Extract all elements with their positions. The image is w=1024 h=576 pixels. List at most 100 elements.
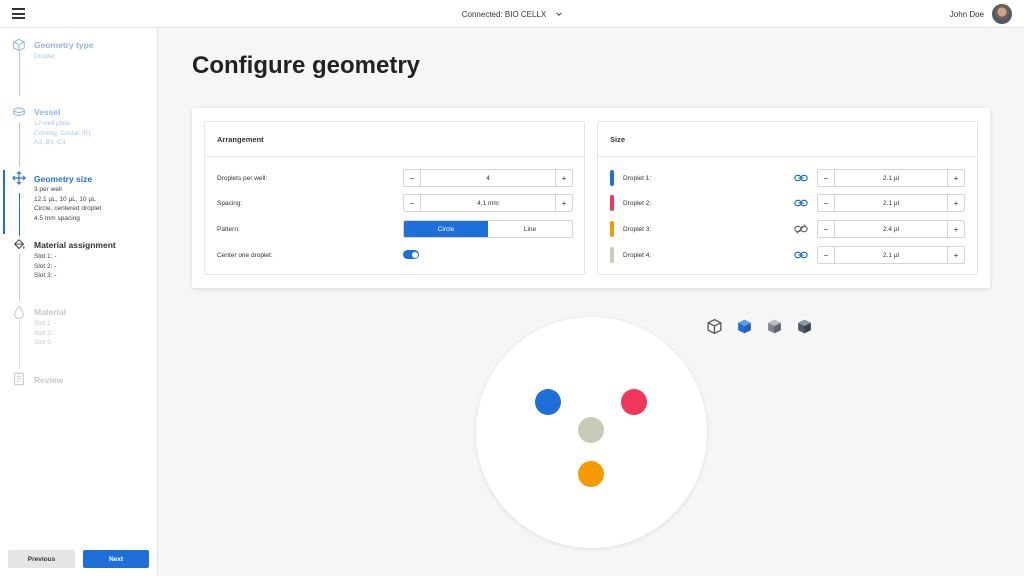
droplet-4-marker[interactable] [578,417,604,443]
droplets-per-well-value[interactable]: 4 [421,170,555,186]
step-detail: Circle, centered droplet [34,205,102,212]
arrangement-header: Arrangement [205,122,584,157]
increment-button[interactable]: + [947,221,964,237]
step-title: Vessel [34,107,61,117]
link-icon[interactable] [794,249,808,261]
droplet-2-marker[interactable] [621,389,647,415]
droplet-size-stepper: − 2.4 µl + [817,220,965,238]
settings-panel: Arrangement Droplets per well: − 4 + Spa… [192,108,990,288]
step-detail: 12.1 µL, 10 µL, 10 µL [34,195,96,203]
cube-dark-icon[interactable] [796,318,813,335]
pattern-label: Pattern: [217,225,240,233]
pattern-row: Pattern: Circle Line [205,220,584,238]
decrement-button[interactable]: − [818,170,835,186]
step-detail: Slot 1: - [34,320,57,327]
droplet-color-swatch [610,170,614,186]
step-detail: Corning, Costar (R) [34,129,91,137]
step-detail: Slot 2: - [34,262,57,270]
next-button[interactable]: Next [83,550,149,568]
droplet-row: Droplet 2: − 2.1 µl + [598,194,977,212]
decrement-button[interactable]: − [818,195,835,211]
cube-outline-icon[interactable] [706,318,723,335]
increment-button[interactable]: + [555,170,572,186]
decrement-button[interactable]: − [404,195,421,211]
size-header: Size [598,122,977,157]
center-droplet-row: Center one droplet: [205,246,584,264]
well-preview [476,317,707,548]
increment-button[interactable]: + [947,247,964,263]
droplet-label: Droplet 3: [623,225,652,233]
arrangement-card: Arrangement Droplets per well: − 4 + Spa… [204,121,585,275]
step-title: Review [34,375,64,385]
step-title: Material [34,307,67,317]
decrement-button[interactable]: − [818,221,835,237]
droplet-color-swatch [610,247,614,263]
connection-selector[interactable]: Connected: BIO CELLX [0,0,1024,28]
step-connector [18,321,20,369]
droplet-label: Droplet 2: [623,199,652,207]
droplet-1-marker[interactable] [535,389,561,415]
sidebar: Geometry type Droplet Vessel 12 well pla… [0,28,158,576]
step-connector [18,253,20,301]
center-droplet-label: Center one droplet: [217,251,273,259]
droplet-label: Droplet 4: [623,251,652,259]
droplet-row: Droplet 3: − 2.4 µl + [598,220,977,238]
step-detail: 12 well plate [34,120,71,127]
center-droplet-toggle[interactable] [403,250,419,259]
spacing-label: Spacing: [217,199,243,207]
step-title: Geometry type [34,40,94,50]
user-menu[interactable]: John Doe [950,4,1012,24]
droplet-size-value[interactable]: 2.1 µl [835,170,947,186]
step-detail: 3 per well [34,186,62,193]
user-name: John Doe [949,9,984,19]
cube-blue-icon[interactable] [736,318,753,335]
droplet-size-value[interactable]: 2.1 µl [835,195,947,211]
cube-gray-icon[interactable] [766,318,783,335]
droplet-size-value[interactable]: 2.1 µl [835,247,947,263]
droplets-per-well-stepper: − 4 + [403,169,573,187]
droplet-label: Droplet 1: [623,174,652,182]
drop-icon [14,305,24,319]
step-connector [18,193,20,236]
pattern-option-line[interactable]: Line [488,221,572,237]
droplets-per-well-label: Droplets per well: [217,174,268,182]
previous-button[interactable]: Previous [8,550,75,568]
spacing-value[interactable]: 4.1 mm [421,195,555,211]
decrement-button[interactable]: − [818,247,835,263]
chevron-down-icon [556,12,562,16]
decrement-button[interactable]: − [404,170,421,186]
droplet-color-swatch [610,221,614,237]
droplet-size-stepper: − 2.1 µl + [817,169,965,187]
step-title: Material assignment [34,240,116,250]
step-detail: Slot 1: - [34,253,57,260]
link-icon[interactable] [794,172,808,184]
droplets-per-well-row: Droplets per well: − 4 + [205,169,584,187]
connection-text: Connected: BIO CELLX [461,9,547,19]
step-detail: Droplet [34,53,55,60]
top-bar: Connected: BIO CELLX John Doe [0,0,1024,28]
droplet-color-swatch [610,195,614,211]
step-connector [18,123,20,167]
link-icon[interactable] [794,197,808,209]
droplet-3-marker[interactable] [578,461,604,487]
droplet-row: Droplet 4: − 2.1 µl + [598,246,977,264]
droplet-size-value[interactable]: 2.4 µl [835,221,947,237]
step-detail: Slot 3: - [34,339,57,346]
unlink-icon[interactable] [794,223,808,235]
spacing-row: Spacing: − 4.1 mm + [205,194,584,212]
view-mode-toolbar [706,318,813,335]
increment-button[interactable]: + [947,170,964,186]
avatar[interactable] [992,4,1012,24]
document-icon [14,372,24,386]
step-title: Geometry size [34,174,93,184]
size-card: Size Droplet 1: − 2.1 µl + Droplet 2: − … [597,121,978,275]
cube-icon [13,38,25,52]
move-arrows-icon [12,171,26,185]
paint-bucket-icon [14,239,25,250]
toggle-knob [411,251,418,258]
droplet-size-stepper: − 2.1 µl + [817,194,965,212]
increment-button[interactable]: + [555,195,572,211]
step-detail: A3, B3, C3 [34,139,66,146]
increment-button[interactable]: + [947,195,964,211]
pattern-option-circle[interactable]: Circle [404,221,488,237]
